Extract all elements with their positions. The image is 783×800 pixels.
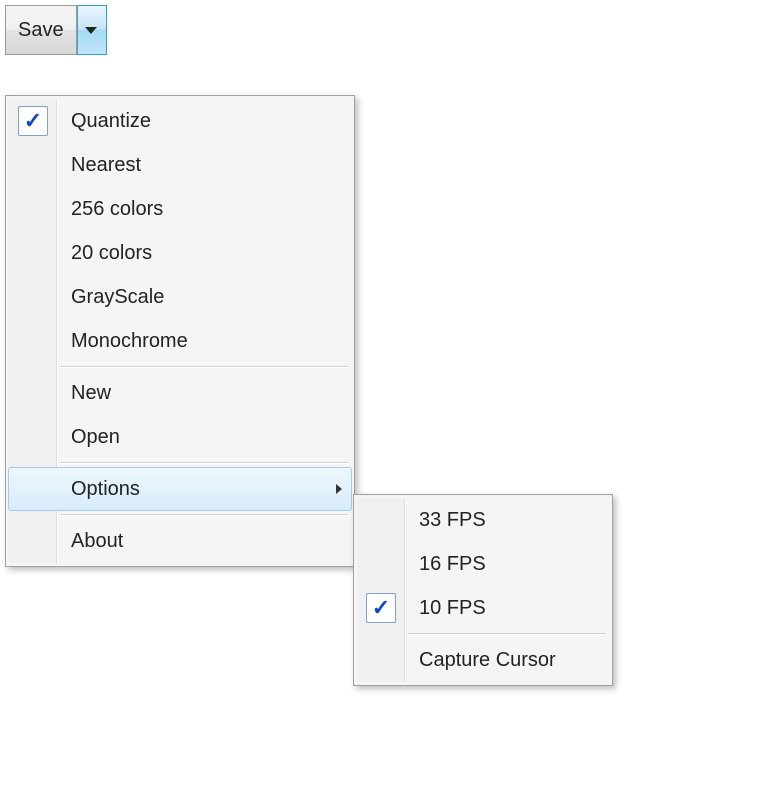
save-button[interactable]: Save (5, 5, 77, 55)
menu-item-label: New (57, 382, 351, 405)
menu-item-grayscale[interactable]: GrayScale (8, 275, 352, 319)
menu-item-label: 20 colors (57, 242, 351, 265)
check-icon: ✓ (366, 593, 396, 623)
chevron-down-icon (85, 27, 97, 34)
menu-item-label: Monochrome (57, 330, 351, 353)
menu-item-monochrome[interactable]: Monochrome (8, 319, 352, 363)
menu-item-label: Capture Cursor (405, 649, 609, 672)
menu-item-about[interactable]: About (8, 519, 352, 563)
menu-item-256-colors[interactable]: 256 colors (8, 187, 352, 231)
context-menu: ✓ Quantize Nearest 256 colors 20 colors … (5, 95, 355, 567)
menu-item-label: 16 FPS (405, 553, 609, 576)
options-submenu: 33 FPS 16 FPS ✓ 10 FPS Capture Cursor (353, 494, 613, 686)
menu-item-new[interactable]: New (8, 371, 352, 415)
save-split-button[interactable]: Save (5, 5, 107, 55)
chevron-right-icon (336, 484, 342, 494)
menu-item-open[interactable]: Open (8, 415, 352, 459)
menu-item-label: 10 FPS (405, 597, 609, 620)
menu-item-label: About (57, 530, 351, 553)
menu-item-quantize[interactable]: ✓ Quantize (8, 99, 352, 143)
menu-item-label: Open (57, 426, 351, 449)
submenu-item-16fps[interactable]: 16 FPS (356, 542, 610, 586)
menu-item-label: Nearest (57, 154, 351, 177)
save-button-label: Save (18, 19, 64, 42)
save-dropdown-arrow[interactable] (77, 5, 107, 55)
menu-separator (408, 630, 610, 638)
menu-item-label: 33 FPS (405, 509, 609, 532)
menu-item-label: GrayScale (57, 286, 351, 309)
submenu-item-capture-cursor[interactable]: Capture Cursor (356, 638, 610, 682)
menu-separator (60, 511, 352, 519)
menu-item-label: 256 colors (57, 198, 351, 221)
menu-item-label: Options (57, 478, 327, 501)
menu-item-label: Quantize (57, 110, 351, 133)
menu-item-20-colors[interactable]: 20 colors (8, 231, 352, 275)
menu-separator (60, 363, 352, 371)
submenu-item-33fps[interactable]: 33 FPS (356, 498, 610, 542)
menu-item-nearest[interactable]: Nearest (8, 143, 352, 187)
check-icon: ✓ (18, 106, 48, 136)
submenu-item-10fps[interactable]: ✓ 10 FPS (356, 586, 610, 630)
menu-item-options[interactable]: Options (8, 467, 352, 511)
menu-separator (60, 459, 352, 467)
